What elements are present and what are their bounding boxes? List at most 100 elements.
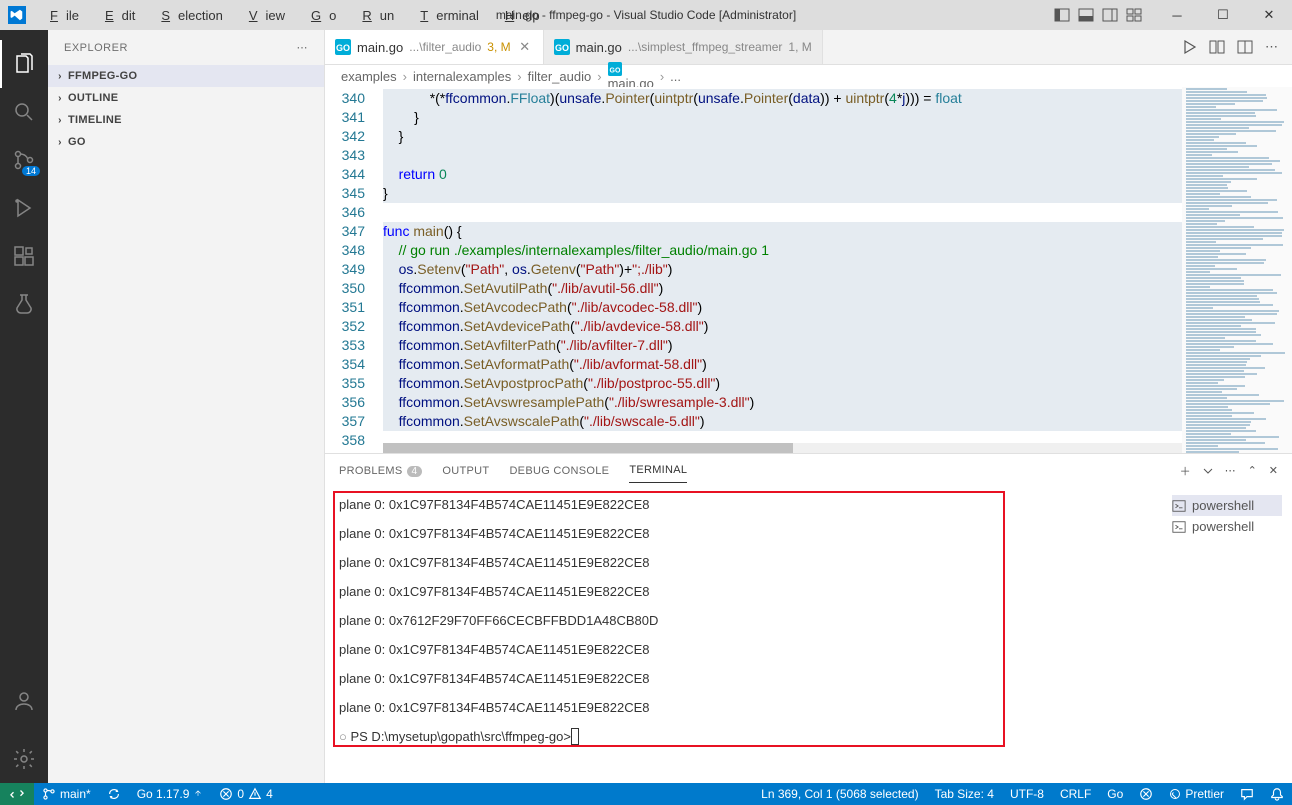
sidebar-more-icon[interactable]: ⋯ [297,41,309,54]
terminal-line: plane 0: 0x1C97F8134F4B574CAE11451E9E822… [339,671,1148,686]
menu-selection[interactable]: Selection [145,4,230,27]
code-editor[interactable]: 3403413423433443453463473483493503513523… [325,87,1292,453]
menubar: FileEditSelectionViewGoRunTerminalHelp [34,4,548,27]
status-tab-size[interactable]: Tab Size: 4 [927,787,1002,801]
breadcrumb-item[interactable]: filter_audio [528,69,592,84]
status-eol[interactable]: CRLF [1052,787,1099,801]
sidebar-section-timeline[interactable]: ›TIMELINE [48,109,324,131]
editor-tabs: GOmain.go ...\filter_audio 3, M✕GOmain.g… [325,30,1292,65]
menu-run[interactable]: Run [346,4,402,27]
activity-run[interactable] [0,184,48,232]
activity-accounts[interactable] [0,677,48,725]
scm-badge: 14 [22,166,40,176]
status-golang-ext[interactable] [1131,787,1161,801]
chevron-right-icon: › [52,71,68,82]
terminal-line: plane 0: 0x7612F29F70FF66CECBFFBDD1A48CB… [339,613,1148,628]
menu-file[interactable]: File [34,4,87,27]
minimap[interactable] [1182,87,1292,453]
breadcrumb-item[interactable]: ... [670,69,681,84]
terminal-line: plane 0: 0x1C97F8134F4B574CAE11451E9E822… [339,526,1148,541]
customize-layout-icon[interactable] [1126,7,1142,23]
breadcrumb-item[interactable]: internalexamples [413,69,511,84]
sidebar-header: EXPLORER ⋯ [48,30,324,65]
run-icon[interactable] [1181,39,1197,55]
status-feedback[interactable] [1232,787,1262,801]
split-right-icon[interactable] [1209,39,1225,55]
panel-tabs: PROBLEMS4 OUTPUT DEBUG CONSOLE TERMINAL ＋ ⋯… [325,454,1292,487]
panel-tab-terminal[interactable]: TERMINAL [629,458,687,483]
editor-tab[interactable]: GOmain.go ...\simplest_ffmpeg_streamer 1… [544,30,823,64]
more-actions-icon[interactable]: ⋯ [1265,39,1278,55]
editor-group: GOmain.go ...\filter_audio 3, M✕GOmain.g… [325,30,1292,783]
panel-more-icon[interactable]: ⋯ [1225,464,1236,477]
split-editor-icon[interactable] [1237,39,1253,55]
activity-settings[interactable] [0,735,48,783]
activity-testing[interactable] [0,280,48,328]
minimize-button[interactable]: ─ [1154,0,1200,30]
status-problems[interactable]: 0 4 [211,783,280,805]
sidebar-section-ffmpeg-go[interactable]: ›FFMPEG-GO [48,65,324,87]
menu-go[interactable]: Go [295,4,344,27]
toggle-panel-left-icon[interactable] [1054,7,1070,23]
menu-terminal[interactable]: Terminal [404,4,487,27]
window-controls: ─ ☐ ✕ [1154,0,1292,30]
status-branch[interactable]: main* [34,783,99,805]
editor-tab[interactable]: GOmain.go ...\filter_audio 3, M✕ [325,30,544,64]
status-go-version[interactable]: Go 1.17.9 [129,783,212,805]
toggle-panel-right-icon[interactable] [1102,7,1118,23]
sidebar-section-go[interactable]: ›GO [48,131,324,153]
close-panel-icon[interactable]: ✕ [1269,464,1278,477]
maximize-panel-icon[interactable]: ⌃ [1248,464,1257,477]
vscode-icon [8,6,26,24]
titlebar: FileEditSelectionViewGoRunTerminalHelp m… [0,0,1292,30]
activity-scm[interactable]: 14 [0,136,48,184]
activity-extensions[interactable] [0,232,48,280]
horizontal-scrollbar[interactable] [383,443,1182,453]
panel-tab-problems[interactable]: PROBLEMS4 [339,459,422,483]
window-title: main.go - ffmpeg-go - Visual Studio Code… [496,8,796,22]
chevron-right-icon: › [52,93,68,104]
status-prettier[interactable]: Prettier [1161,787,1232,801]
maximize-button[interactable]: ☐ [1200,0,1246,30]
close-tab-icon[interactable]: ✕ [517,39,533,55]
menu-edit[interactable]: Edit [89,4,143,27]
status-encoding[interactable]: UTF-8 [1002,787,1052,801]
menu-view[interactable]: View [233,4,293,27]
status-notifications[interactable] [1262,787,1292,801]
terminal-instance[interactable]: powershell [1172,516,1282,537]
svg-text:GO: GO [555,43,569,53]
terminal-line: plane 0: 0x1C97F8134F4B574CAE11451E9E822… [339,584,1148,599]
terminal-list: powershell powershell [1162,487,1292,783]
remote-indicator[interactable] [0,783,34,805]
status-language[interactable]: Go [1099,787,1131,801]
chevron-right-icon: › [52,115,68,126]
scrollbar-thumb[interactable] [383,443,793,453]
sidebar-section-outline[interactable]: ›OUTLINE [48,87,324,109]
toggle-panel-bottom-icon[interactable] [1078,7,1094,23]
sidebar-title: EXPLORER [64,42,128,54]
breadcrumb-item[interactable]: examples [341,69,397,84]
terminal-line: plane 0: 0x1C97F8134F4B574CAE11451E9E822… [339,700,1148,715]
close-window-button[interactable]: ✕ [1246,0,1292,30]
editor-tab-actions: ⋯ [1167,30,1292,64]
svg-text:GO: GO [336,43,350,53]
new-terminal-icon[interactable]: ＋ [1180,463,1191,479]
breadcrumb[interactable]: examples›internalexamples›filter_audio›G… [325,65,1292,87]
panel-tab-debug-console[interactable]: DEBUG CONSOLE [509,459,609,483]
svg-text:GO: GO [609,67,620,74]
status-cursor-position[interactable]: Ln 369, Col 1 (5068 selected) [753,787,926,801]
panel-tab-output[interactable]: OUTPUT [442,459,489,483]
line-gutter: 3403413423433443453463473483493503513523… [325,87,383,453]
activity-search[interactable] [0,88,48,136]
terminal-output[interactable]: plane 0: 0x1C97F8134F4B574CAE11451E9E822… [325,487,1162,783]
layout-controls [1042,7,1154,23]
status-sync[interactable] [99,783,129,805]
activity-explorer[interactable] [0,40,48,88]
code-content[interactable]: *(*ffcommon.FFloat)(unsafe.Pointer(uintp… [383,87,1182,453]
terminal-line: plane 0: 0x1C97F8134F4B574CAE11451E9E822… [339,642,1148,657]
terminal-line: plane 0: 0x1C97F8134F4B574CAE11451E9E822… [339,497,1148,512]
terminal-prompt[interactable]: ○ PS D:\mysetup\gopath\src\ffmpeg-go> [339,729,1148,744]
terminal-instance[interactable]: powershell [1172,495,1282,516]
terminal-dropdown-icon[interactable] [1203,466,1213,476]
chevron-right-icon: › [52,137,68,148]
